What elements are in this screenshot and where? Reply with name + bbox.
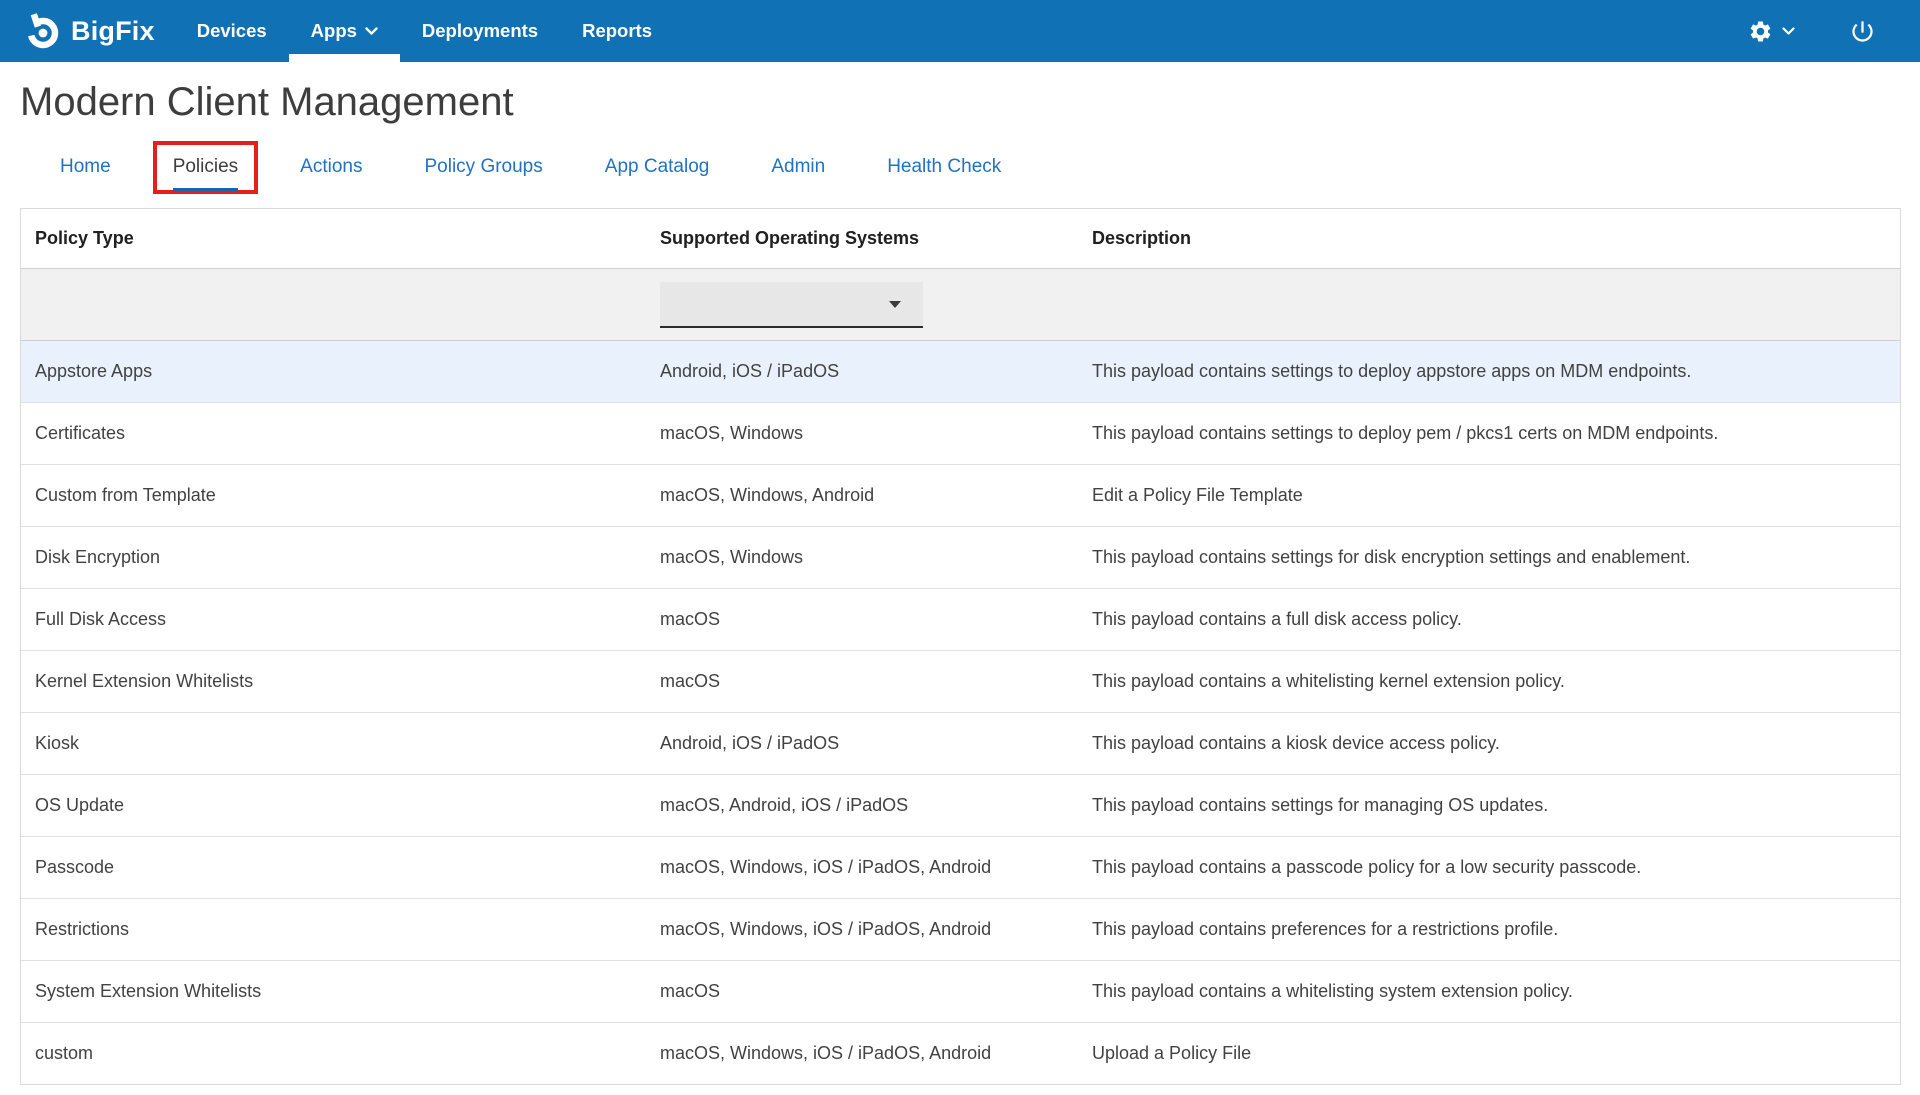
description-cell: This payload contains a kiosk device acc… xyxy=(1092,733,1900,754)
description-cell: This payload contains settings for disk … xyxy=(1092,547,1900,568)
table-body: Appstore Apps Android, iOS / iPadOS This… xyxy=(21,340,1900,1084)
nav-item-label: Devices xyxy=(197,20,267,42)
table-filter-row xyxy=(21,268,1900,340)
supported-os-cell: macOS, Android, iOS / iPadOS xyxy=(660,795,1092,816)
policy-type-cell: Passcode xyxy=(21,857,660,878)
policy-type-cell: Certificates xyxy=(21,423,660,444)
top-navbar: BigFix Devices Apps Deployments Reports xyxy=(0,0,1920,62)
policy-type-cell: Kiosk xyxy=(21,733,660,754)
tab-label: Health Check xyxy=(887,156,1001,177)
supported-os-cell: Android, iOS / iPadOS xyxy=(660,361,1092,382)
nav-item-reports[interactable]: Reports xyxy=(560,0,674,62)
supported-os-cell: macOS, Windows, Android xyxy=(660,485,1092,506)
bigfix-logo-icon xyxy=(22,11,62,51)
tab-admin[interactable]: Admin xyxy=(771,156,825,191)
nav-item-devices[interactable]: Devices xyxy=(175,0,289,62)
supported-os-cell: macOS xyxy=(660,671,1092,692)
policy-type-cell: Full Disk Access xyxy=(21,609,660,630)
nav-item-deployments[interactable]: Deployments xyxy=(400,0,560,62)
description-cell: This payload contains preferences for a … xyxy=(1092,919,1900,940)
navbar-right xyxy=(1748,0,1876,62)
description-cell: Edit a Policy File Template xyxy=(1092,485,1900,506)
nav-item-label: Deployments xyxy=(422,20,538,42)
supported-os-cell: Android, iOS / iPadOS xyxy=(660,733,1092,754)
policy-type-cell: Disk Encryption xyxy=(21,547,660,568)
tab-label: Home xyxy=(60,156,111,177)
supported-os-cell: macOS, Windows, iOS / iPadOS, Android xyxy=(660,1043,1092,1064)
policy-type-cell: custom xyxy=(21,1043,660,1064)
chevron-down-icon xyxy=(365,27,378,36)
description-cell: This payload contains a full disk access… xyxy=(1092,609,1900,630)
table-row[interactable]: Disk Encryption macOS, Windows This payl… xyxy=(21,526,1900,588)
bigfix-brand[interactable]: BigFix xyxy=(22,0,155,62)
settings-menu-button[interactable] xyxy=(1748,19,1795,44)
tab-policy-groups[interactable]: Policy Groups xyxy=(424,156,542,191)
dropdown-arrow-icon xyxy=(889,301,901,308)
column-header-description: Description xyxy=(1092,228,1900,249)
supported-os-cell: macOS xyxy=(660,981,1092,1002)
supported-os-cell: macOS, Windows, iOS / iPadOS, Android xyxy=(660,857,1092,878)
table-row[interactable]: Certificates macOS, Windows This payload… xyxy=(21,402,1900,464)
chevron-down-icon xyxy=(1782,27,1795,36)
logout-button[interactable] xyxy=(1849,18,1876,45)
table-row[interactable]: Full Disk Access macOS This payload cont… xyxy=(21,588,1900,650)
policy-type-cell: Restrictions xyxy=(21,919,660,940)
nav-item-label: Apps xyxy=(311,20,357,42)
description-cell: This payload contains a passcode policy … xyxy=(1092,857,1900,878)
gear-icon xyxy=(1748,19,1773,44)
os-filter-dropdown[interactable] xyxy=(660,282,923,328)
table-row[interactable]: Appstore Apps Android, iOS / iPadOS This… xyxy=(21,340,1900,402)
table-row[interactable]: System Extension Whitelists macOS This p… xyxy=(21,960,1900,1022)
column-header-policy-type: Policy Type xyxy=(21,228,660,249)
tab-label: Admin xyxy=(771,156,825,177)
table-row[interactable]: Kernel Extension Whitelists macOS This p… xyxy=(21,650,1900,712)
nav-menu: Devices Apps Deployments Reports xyxy=(175,0,674,62)
power-icon xyxy=(1849,18,1876,45)
description-cell: This payload contains a whitelisting ker… xyxy=(1092,671,1900,692)
policy-type-cell: System Extension Whitelists xyxy=(21,981,660,1002)
supported-os-cell: macOS, Windows xyxy=(660,423,1092,444)
description-cell: This payload contains a whitelisting sys… xyxy=(1092,981,1900,1002)
policy-table: Policy Type Supported Operating Systems … xyxy=(20,208,1901,1085)
tabs: Home Policies Actions Policy Groups App … xyxy=(60,156,1920,191)
description-cell: This payload contains settings to deploy… xyxy=(1092,361,1900,382)
tab-policies[interactable]: Policies xyxy=(173,156,238,191)
table-row[interactable]: Passcode macOS, Windows, iOS / iPadOS, A… xyxy=(21,836,1900,898)
table-row[interactable]: Custom from Template macOS, Windows, And… xyxy=(21,464,1900,526)
tab-label: Policy Groups xyxy=(424,156,542,177)
nav-item-apps[interactable]: Apps xyxy=(289,0,400,62)
table-header-row: Policy Type Supported Operating Systems … xyxy=(21,209,1900,268)
brand-name: BigFix xyxy=(71,16,155,47)
table-row[interactable]: OS Update macOS, Android, iOS / iPadOS T… xyxy=(21,774,1900,836)
table-row[interactable]: Restrictions macOS, Windows, iOS / iPadO… xyxy=(21,898,1900,960)
table-row[interactable]: Kiosk Android, iOS / iPadOS This payload… xyxy=(21,712,1900,774)
tab-actions[interactable]: Actions xyxy=(300,156,362,191)
tab-label: Actions xyxy=(300,156,362,177)
policy-type-cell: OS Update xyxy=(21,795,660,816)
description-cell: Upload a Policy File xyxy=(1092,1043,1900,1064)
table-row[interactable]: custom macOS, Windows, iOS / iPadOS, And… xyxy=(21,1022,1900,1084)
tab-home[interactable]: Home xyxy=(60,156,111,191)
tab-label: Policies xyxy=(173,156,238,177)
description-cell: This payload contains settings for manag… xyxy=(1092,795,1900,816)
tab-label: App Catalog xyxy=(605,156,710,177)
tab-app-catalog[interactable]: App Catalog xyxy=(605,156,710,191)
supported-os-cell: macOS, Windows xyxy=(660,547,1092,568)
nav-item-label: Reports xyxy=(582,20,652,42)
tab-health-check[interactable]: Health Check xyxy=(887,156,1001,191)
description-cell: This payload contains settings to deploy… xyxy=(1092,423,1900,444)
policy-type-cell: Appstore Apps xyxy=(21,361,660,382)
policy-type-cell: Custom from Template xyxy=(21,485,660,506)
page-title: Modern Client Management xyxy=(20,78,1920,126)
column-header-supported-os: Supported Operating Systems xyxy=(660,228,1092,249)
supported-os-cell: macOS, Windows, iOS / iPadOS, Android xyxy=(660,919,1092,940)
supported-os-cell: macOS xyxy=(660,609,1092,630)
policy-type-cell: Kernel Extension Whitelists xyxy=(21,671,660,692)
